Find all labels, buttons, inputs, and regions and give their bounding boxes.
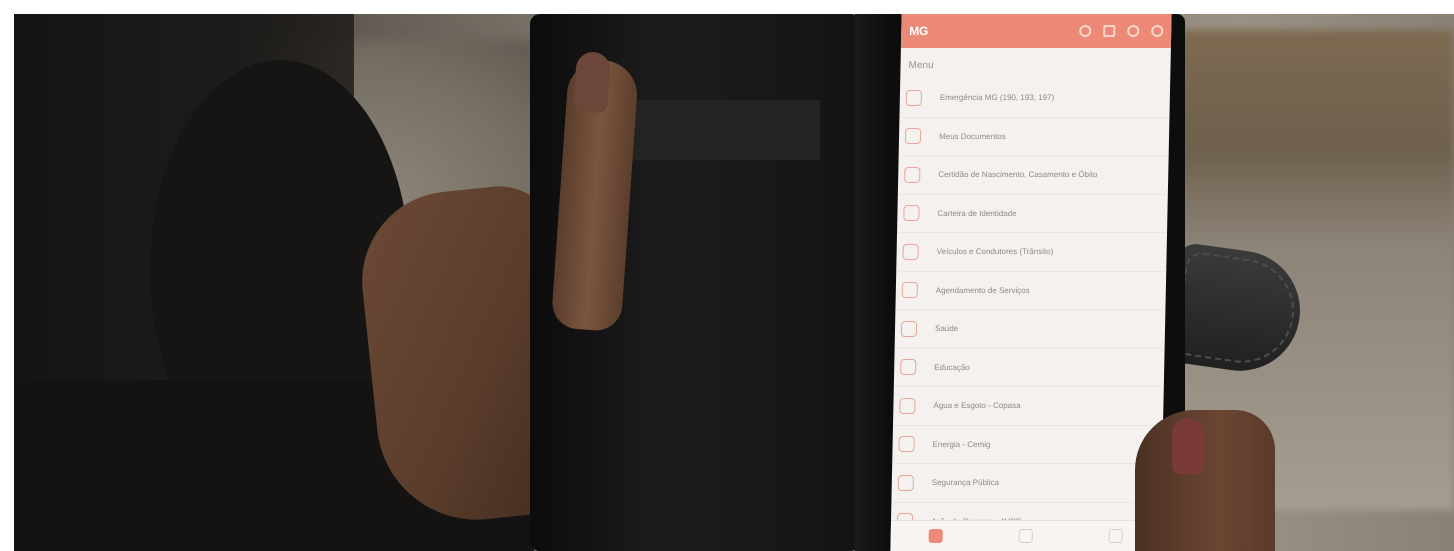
folder-icon [904,128,922,145]
menu-item-label: Educação [934,362,970,372]
left-thumb-nail [572,50,612,114]
menu-item-label: Energia - Cemig [932,439,991,449]
graduation-cap-icon [900,359,917,376]
car-icon [902,243,919,260]
right-finger-nail [1172,418,1204,474]
menu-item-agua[interactable]: Água e Esgoto - Copasa [893,387,1164,426]
wallet-icon[interactable] [1103,25,1116,37]
menu-item-identidade[interactable]: Carteira de Identidade [897,194,1168,233]
menu-item-label: Carteira de Identidade [937,208,1017,218]
menu-item-energia[interactable]: Energia - Cemig [892,425,1164,464]
case-card-slot [630,100,820,160]
menu-item-documentos[interactable]: Meus Documentos [898,117,1170,156]
app-header: MG [900,14,1172,48]
calendar-icon [901,282,919,299]
menu-item-agendamento[interactable]: Agendamento de Serviços [895,271,1167,310]
menu-item-label: Agendamento de Serviços [935,285,1030,295]
menu-item-seguranca[interactable]: Segurança Pública [891,464,1163,503]
certificate-icon [904,166,921,183]
menu-item-saude[interactable]: Saúde [894,310,1166,349]
water-drop-icon [899,397,916,414]
menu-title: Menu [908,60,934,71]
bottom-tab-bar [890,520,1162,551]
menu-item-emergencia[interactable]: Emergência MG (190, 193, 197) [899,79,1171,118]
menu-item-label: Emergência MG (190, 193, 197) [939,93,1055,103]
menu-item-label: Saúde [934,324,959,334]
user-icon[interactable] [1151,25,1164,37]
menu-item-label: Água e Esgoto - Copasa [933,401,1021,411]
more-tab-icon[interactable] [1108,529,1123,543]
menu-item-label: Segurança Pública [931,478,1000,488]
menu-list: Emergência MG (190, 193, 197) Meus Docum… [890,79,1171,541]
header-icons [1079,25,1164,37]
notification-icon[interactable] [1127,25,1140,37]
menu-item-label: Veículos e Condutores (Trânsito) [936,247,1054,257]
menu-item-veiculos[interactable]: Veículos e Condutores (Trânsito) [896,233,1168,272]
lightbulb-icon [898,436,915,453]
right-hand [1135,410,1275,551]
menu-item-label: Certidão de Nascimento, Casamento e Óbit… [938,170,1098,180]
menu-item-certidao[interactable]: Certidão de Nascimento, Casamento e Óbit… [897,156,1169,195]
alert-triangle-icon [905,89,923,106]
phone-screen: MG Menu Emergência MG (190, 193, 197) Me… [890,14,1172,551]
photo-scene: MG Menu Emergência MG (190, 193, 197) Me… [0,0,1454,551]
health-icon [900,320,918,337]
home-tab-icon[interactable] [928,529,943,543]
menu-item-educacao[interactable]: Educação [893,348,1165,387]
police-icon [897,474,914,491]
menu-item-label: Meus Documentos [938,131,1006,141]
location-tab-icon[interactable] [1018,529,1033,543]
id-card-icon [903,205,920,222]
app-brand: MG [909,24,929,38]
search-icon[interactable] [1079,25,1092,37]
